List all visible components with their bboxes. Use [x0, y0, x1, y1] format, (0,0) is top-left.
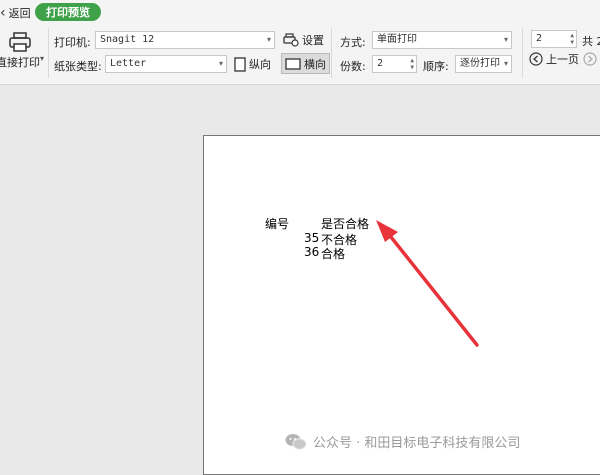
spinner-arrows-icon[interactable]: ▲ ▼ [570, 31, 574, 46]
toolbar-separator [522, 28, 523, 78]
toolbar-separator [331, 28, 332, 78]
chevron-down-icon: ▾ [503, 59, 508, 68]
portrait-label: 纵向 [249, 58, 271, 71]
copies-stepper[interactable]: 2 ▲ ▼ [372, 55, 417, 73]
order-label: 顺序: [423, 60, 449, 73]
printer-icon [9, 32, 31, 52]
toolbar-separator [48, 28, 49, 78]
direct-print-button[interactable]: 直接打印 ▾ [0, 30, 46, 72]
chevron-down-icon: ▾ [266, 35, 271, 44]
watermark: 公众号 · 和田目标电子科技有限公司 [285, 432, 520, 451]
print-order-value: 逐份打印 [460, 58, 500, 69]
chevron-down-icon: ▾ [218, 59, 223, 68]
print-mode-value: 单面打印 [377, 34, 417, 45]
prev-page-button[interactable]: 上一页 [529, 49, 579, 69]
circle-arrow-left-icon [529, 52, 543, 66]
back-label: 返回 [8, 7, 31, 20]
paper-type-value: Letter [110, 58, 147, 69]
portrait-button[interactable]: 纵向 [234, 54, 271, 74]
direct-print-label: 直接打印 [0, 56, 40, 69]
paper-type-label: 纸张类型: [54, 60, 102, 73]
print-order-select[interactable]: 逐份打印 ▾ [455, 55, 512, 73]
settings-label: 设置 [302, 34, 324, 47]
printer-select[interactable]: Snagit 12 ▾ [95, 31, 275, 49]
spinner-arrows-icon[interactable]: ▲ ▼ [410, 56, 414, 71]
preview-page: 编号 是否合格 35 不合格 36 合格 [203, 135, 600, 475]
paper-type-select[interactable]: Letter ▾ [105, 55, 227, 73]
back-button[interactable]: ‹ 返回 [0, 4, 31, 22]
printer-settings-button[interactable]: 设置 [283, 30, 324, 50]
print-preview-badge: 打印预览 [35, 3, 101, 21]
copies-value: 2 [377, 58, 384, 69]
landscape-page-icon [285, 57, 301, 70]
page-total: 共 2 [582, 35, 600, 48]
copies-label: 份数: [340, 60, 366, 73]
page-number-value: 2 [536, 33, 543, 44]
row-id: 35 [304, 231, 320, 245]
next-page-button[interactable] [583, 49, 597, 69]
portrait-page-icon [234, 56, 246, 72]
mode-label: 方式: [340, 36, 366, 49]
chevron-down-icon: ▾ [503, 35, 508, 44]
landscape-label: 横向 [304, 57, 326, 71]
circle-arrow-right-icon [583, 52, 597, 66]
column-header-id: 编号 [265, 217, 290, 231]
printer-select-value: Snagit 12 [100, 34, 155, 45]
printer-settings-icon [283, 33, 299, 47]
print-preview-toolbar: ‹ 返回 打印预览 直接打印 ▾ 打印机: Snagit 12 ▾ 设置 纸张类… [0, 0, 600, 85]
column-header-status: 是否合格 [321, 217, 370, 231]
printer-label: 打印机: [54, 36, 91, 49]
row-status: 合格 [321, 247, 346, 261]
chevron-left-icon: ‹ [0, 5, 6, 21]
dropdown-caret-icon[interactable]: ▾ [40, 54, 44, 63]
wechat-icon [285, 433, 307, 450]
print-mode-select[interactable]: 单面打印 ▾ [372, 31, 512, 49]
row-id: 36 [304, 245, 320, 259]
watermark-text: 公众号 · 和田目标电子科技有限公司 [313, 436, 521, 451]
prev-page-label: 上一页 [546, 53, 579, 66]
page-number-stepper[interactable]: 2 ▲ ▼ [531, 30, 577, 48]
landscape-button[interactable]: 横向 [281, 53, 330, 74]
